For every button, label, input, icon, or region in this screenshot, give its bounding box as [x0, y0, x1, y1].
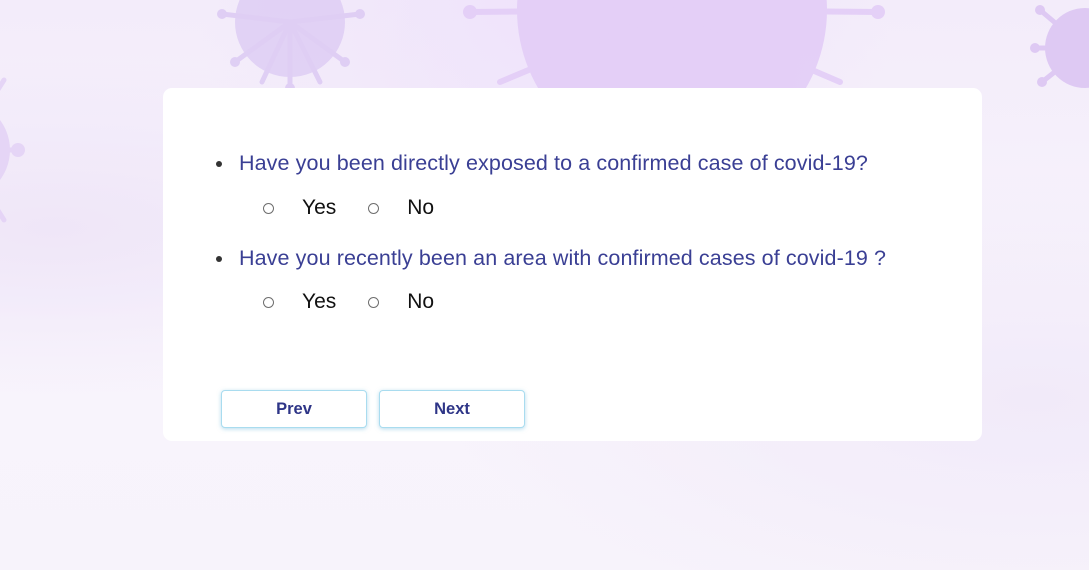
yes-radio[interactable]: [263, 202, 274, 214]
virus-icon: [217, 0, 365, 93]
yes-label[interactable]: Yes: [302, 196, 336, 220]
no-label[interactable]: No: [407, 290, 434, 314]
yes-radio[interactable]: [263, 296, 274, 308]
questionnaire-card: Have you been directly exposed to a conf…: [163, 88, 982, 441]
virus-icon: [0, 77, 25, 223]
no-label[interactable]: No: [407, 196, 434, 220]
next-button[interactable]: Next: [379, 390, 525, 428]
no-radio[interactable]: [368, 202, 380, 214]
question-item-travel: Have you recently been an area with conf…: [216, 246, 936, 317]
question-item-exposure: Have you been directly exposed to a conf…: [216, 151, 936, 223]
yes-label[interactable]: Yes: [302, 290, 336, 314]
navigation-buttons: Prev Next: [221, 390, 537, 428]
question-text: Have you recently been an area with conf…: [239, 246, 887, 270]
prev-button[interactable]: Prev: [221, 390, 367, 428]
question-text: Have you been directly exposed to a conf…: [239, 151, 868, 175]
no-radio[interactable]: [368, 296, 380, 308]
answer-options: Yes No: [263, 287, 936, 317]
question-list: Have you been directly exposed to a conf…: [216, 151, 936, 317]
virus-icon: [1030, 5, 1089, 88]
bullet-icon: [216, 256, 222, 262]
bullet-icon: [216, 161, 222, 167]
answer-options: Yes No: [263, 193, 936, 223]
